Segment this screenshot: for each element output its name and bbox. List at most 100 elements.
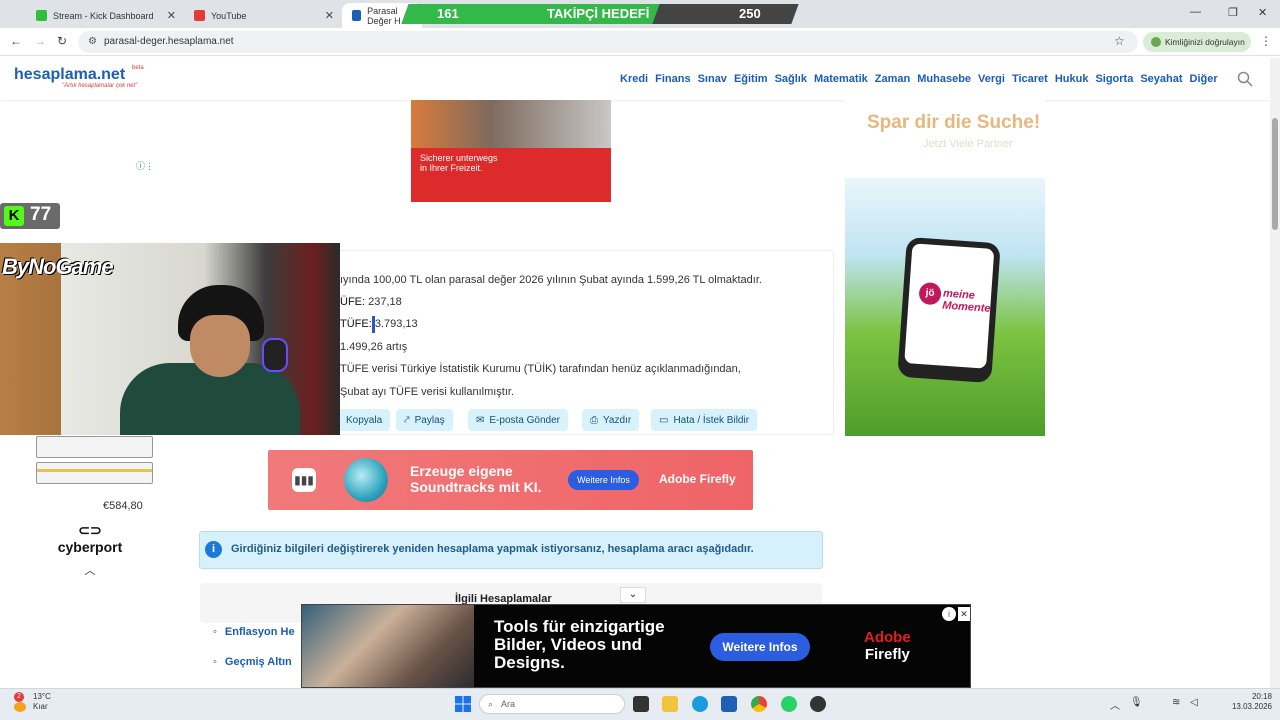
goal-label: TAKİPÇİ HEDEFİ xyxy=(547,6,650,21)
bookmark-star-icon[interactable]: ☆ xyxy=(1114,34,1125,48)
scrollbar-thumb[interactable] xyxy=(1272,118,1278,230)
nav-item-ticaret[interactable]: Ticaret xyxy=(1012,73,1048,85)
weather-sun-icon xyxy=(14,702,26,712)
windows-start-icon[interactable] xyxy=(455,696,471,712)
ufe-row: ÜFE: 237,18 xyxy=(340,296,402,308)
weather-widget[interactable]: 13°C Kıar xyxy=(33,692,51,712)
file-explorer-icon[interactable] xyxy=(662,696,678,712)
wifi-icon[interactable]: ≋ xyxy=(1172,697,1180,708)
nav-item-kredi[interactable]: Kredi xyxy=(620,73,648,85)
nav-item-muhasebe[interactable]: Muhasebe xyxy=(917,73,971,85)
tab-youtube[interactable]: YouTube ✕ xyxy=(184,3,342,28)
tab-kick-dashboard[interactable]: Stream - Kick Dashboard ✕ xyxy=(26,3,184,28)
ad-banner-bottom[interactable]: Tools für einzigartige Bilder, Videos un… xyxy=(301,604,971,688)
forward-icon[interactable]: → xyxy=(34,34,46,48)
goal-target: 250 xyxy=(739,6,761,21)
task-view-icon[interactable] xyxy=(633,696,649,712)
ad-product-image xyxy=(36,436,153,458)
site-info-icon[interactable]: ⚙ xyxy=(88,36,97,47)
profile-label: Kimliğinizi doğrulayın xyxy=(1165,37,1245,47)
chevron-up-icon[interactable]: ︿ xyxy=(80,562,100,577)
chevron-up-icon[interactable]: ︿ xyxy=(1110,697,1120,712)
store-icon[interactable] xyxy=(721,696,737,712)
ad-banner-top[interactable]: Sicherer unterwegs in Ihrer Freizeit. xyxy=(411,100,611,202)
tab-title: Stream - Kick Dashboard xyxy=(53,10,154,21)
comment-icon: ▭ xyxy=(659,414,669,426)
nav-item-seyahat[interactable]: Seyahat xyxy=(1140,73,1182,85)
share-button[interactable]: ⤤ Paylaş xyxy=(396,409,453,431)
related-item[interactable]: Geçmiş Altın xyxy=(213,656,292,668)
tab-title: YouTube xyxy=(211,10,247,21)
ad-brand: Adobe Firefly xyxy=(864,629,911,663)
nav-item-hukuk[interactable]: Hukuk xyxy=(1055,73,1089,85)
whatsapp-icon[interactable] xyxy=(781,696,797,712)
nav-item-finans[interactable]: Finans xyxy=(655,73,690,85)
obs-icon[interactable] xyxy=(810,696,826,712)
related-item[interactable]: Enflasyon He xyxy=(213,626,295,638)
increase-row: 1.499,26 artış xyxy=(340,341,408,353)
ad-close-icon[interactable]: ✕ xyxy=(958,607,970,621)
ad-brand-name: meine Momente xyxy=(941,287,991,315)
ad-info-icon[interactable]: ⓘ⋮ xyxy=(136,159,154,172)
reload-icon[interactable]: ↻ xyxy=(57,34,67,48)
ad-info-icon[interactable]: i xyxy=(942,607,956,621)
report-button[interactable]: ▭ Hata / İstek Bildir xyxy=(651,409,758,431)
copy-button[interactable]: Kopyala xyxy=(338,409,391,431)
nav-item-matematik[interactable]: Matematik xyxy=(814,73,868,85)
headset-icon xyxy=(262,338,288,372)
omnibox[interactable] xyxy=(78,31,1138,53)
envelope-icon: ✉ xyxy=(476,414,485,426)
site-logo[interactable]: hesaplama.net xyxy=(14,66,125,84)
kick-favicon-icon xyxy=(36,10,47,21)
url-text[interactable]: parasal-deger.hesaplama.net xyxy=(104,36,234,47)
share-icon: ⤤ xyxy=(404,414,410,426)
tufe-row: TÜFE: 3.793,13 xyxy=(340,318,418,330)
follower-goal-text: 161 TAKİPÇİ HEDEFİ 250 xyxy=(405,4,795,24)
hesaplama-favicon-icon xyxy=(352,10,362,21)
ad-subheading: Jetzt Viele Partner xyxy=(923,138,1013,150)
text-cursor xyxy=(372,316,375,333)
search-icon: ⌕ xyxy=(488,698,494,709)
taskbar-search[interactable]: ⌕ Ara xyxy=(479,694,625,714)
ad-photo xyxy=(411,100,611,148)
streamer-name: ByNoGame xyxy=(2,254,114,279)
clock[interactable]: 20:18 13.03.2026 xyxy=(1222,692,1272,712)
maximize-icon[interactable]: ❐ xyxy=(1228,6,1238,19)
window-close-icon[interactable]: ✕ xyxy=(1258,6,1267,19)
audio-wave-icon: ▮▮▮ xyxy=(292,468,316,492)
nav-item-sağlık[interactable]: Sağlık xyxy=(775,73,807,85)
profile-button[interactable]: Kimliğinizi doğrulayın xyxy=(1143,32,1251,52)
edge-icon[interactable] xyxy=(692,696,708,712)
menu-kebab-icon[interactable]: ⋮ xyxy=(1260,34,1272,48)
volume-icon[interactable]: ◁ xyxy=(1190,697,1198,708)
note-line-1: TÜFE verisi Türkiye İstatistik Kurumu (T… xyxy=(340,363,741,375)
ad-brand: Adobe Firefly xyxy=(659,472,736,486)
nav-item-sigorta[interactable]: Sigorta xyxy=(1095,73,1133,85)
info-text: Girdiğiniz bilgileri değiştirerek yenide… xyxy=(231,543,754,555)
search-icon[interactable] xyxy=(1237,71,1253,87)
site-tagline: "Artık hesaplamalar çok net" xyxy=(62,83,138,89)
close-icon[interactable]: ✕ xyxy=(325,9,334,22)
microphone-icon[interactable]: 🎙 xyxy=(1130,697,1143,708)
nav-item-diğer[interactable]: Diğer xyxy=(1190,73,1218,85)
nav-item-vergi[interactable]: Vergi xyxy=(978,73,1005,85)
chrome-icon[interactable] xyxy=(751,696,767,712)
nav-item-eğitim[interactable]: Eğitim xyxy=(734,73,768,85)
minimize-icon[interactable]: — xyxy=(1190,6,1201,18)
nav-item-sınav[interactable]: Sınav xyxy=(698,73,727,85)
ad-heading: Spar dir die Suche! xyxy=(867,112,1041,133)
ad-more-info-button[interactable]: Weitere Infos xyxy=(710,633,810,661)
ad-banner-middle[interactable]: ▮▮▮ Erzeuge eigene Soundtracks mit KI. W… xyxy=(268,450,753,510)
email-button[interactable]: ✉ E-posta Gönder xyxy=(468,409,568,431)
nav-item-zaman[interactable]: Zaman xyxy=(875,73,910,85)
ad-headline: Erzeuge eigene Soundtracks mit KI. xyxy=(410,463,542,495)
back-icon[interactable]: ← xyxy=(10,34,22,48)
chevron-down-icon[interactable]: ⌄ xyxy=(620,587,646,603)
print-button[interactable]: ⎙ Yazdır xyxy=(582,409,640,431)
close-icon[interactable]: ✕ xyxy=(167,9,176,22)
ad-more-info-button[interactable]: Weitere Infos xyxy=(568,470,639,490)
ad-product-image xyxy=(36,462,153,484)
info-icon: i xyxy=(205,541,222,558)
notification-badge: 2 xyxy=(14,692,24,702)
youtube-favicon-icon xyxy=(194,10,205,21)
